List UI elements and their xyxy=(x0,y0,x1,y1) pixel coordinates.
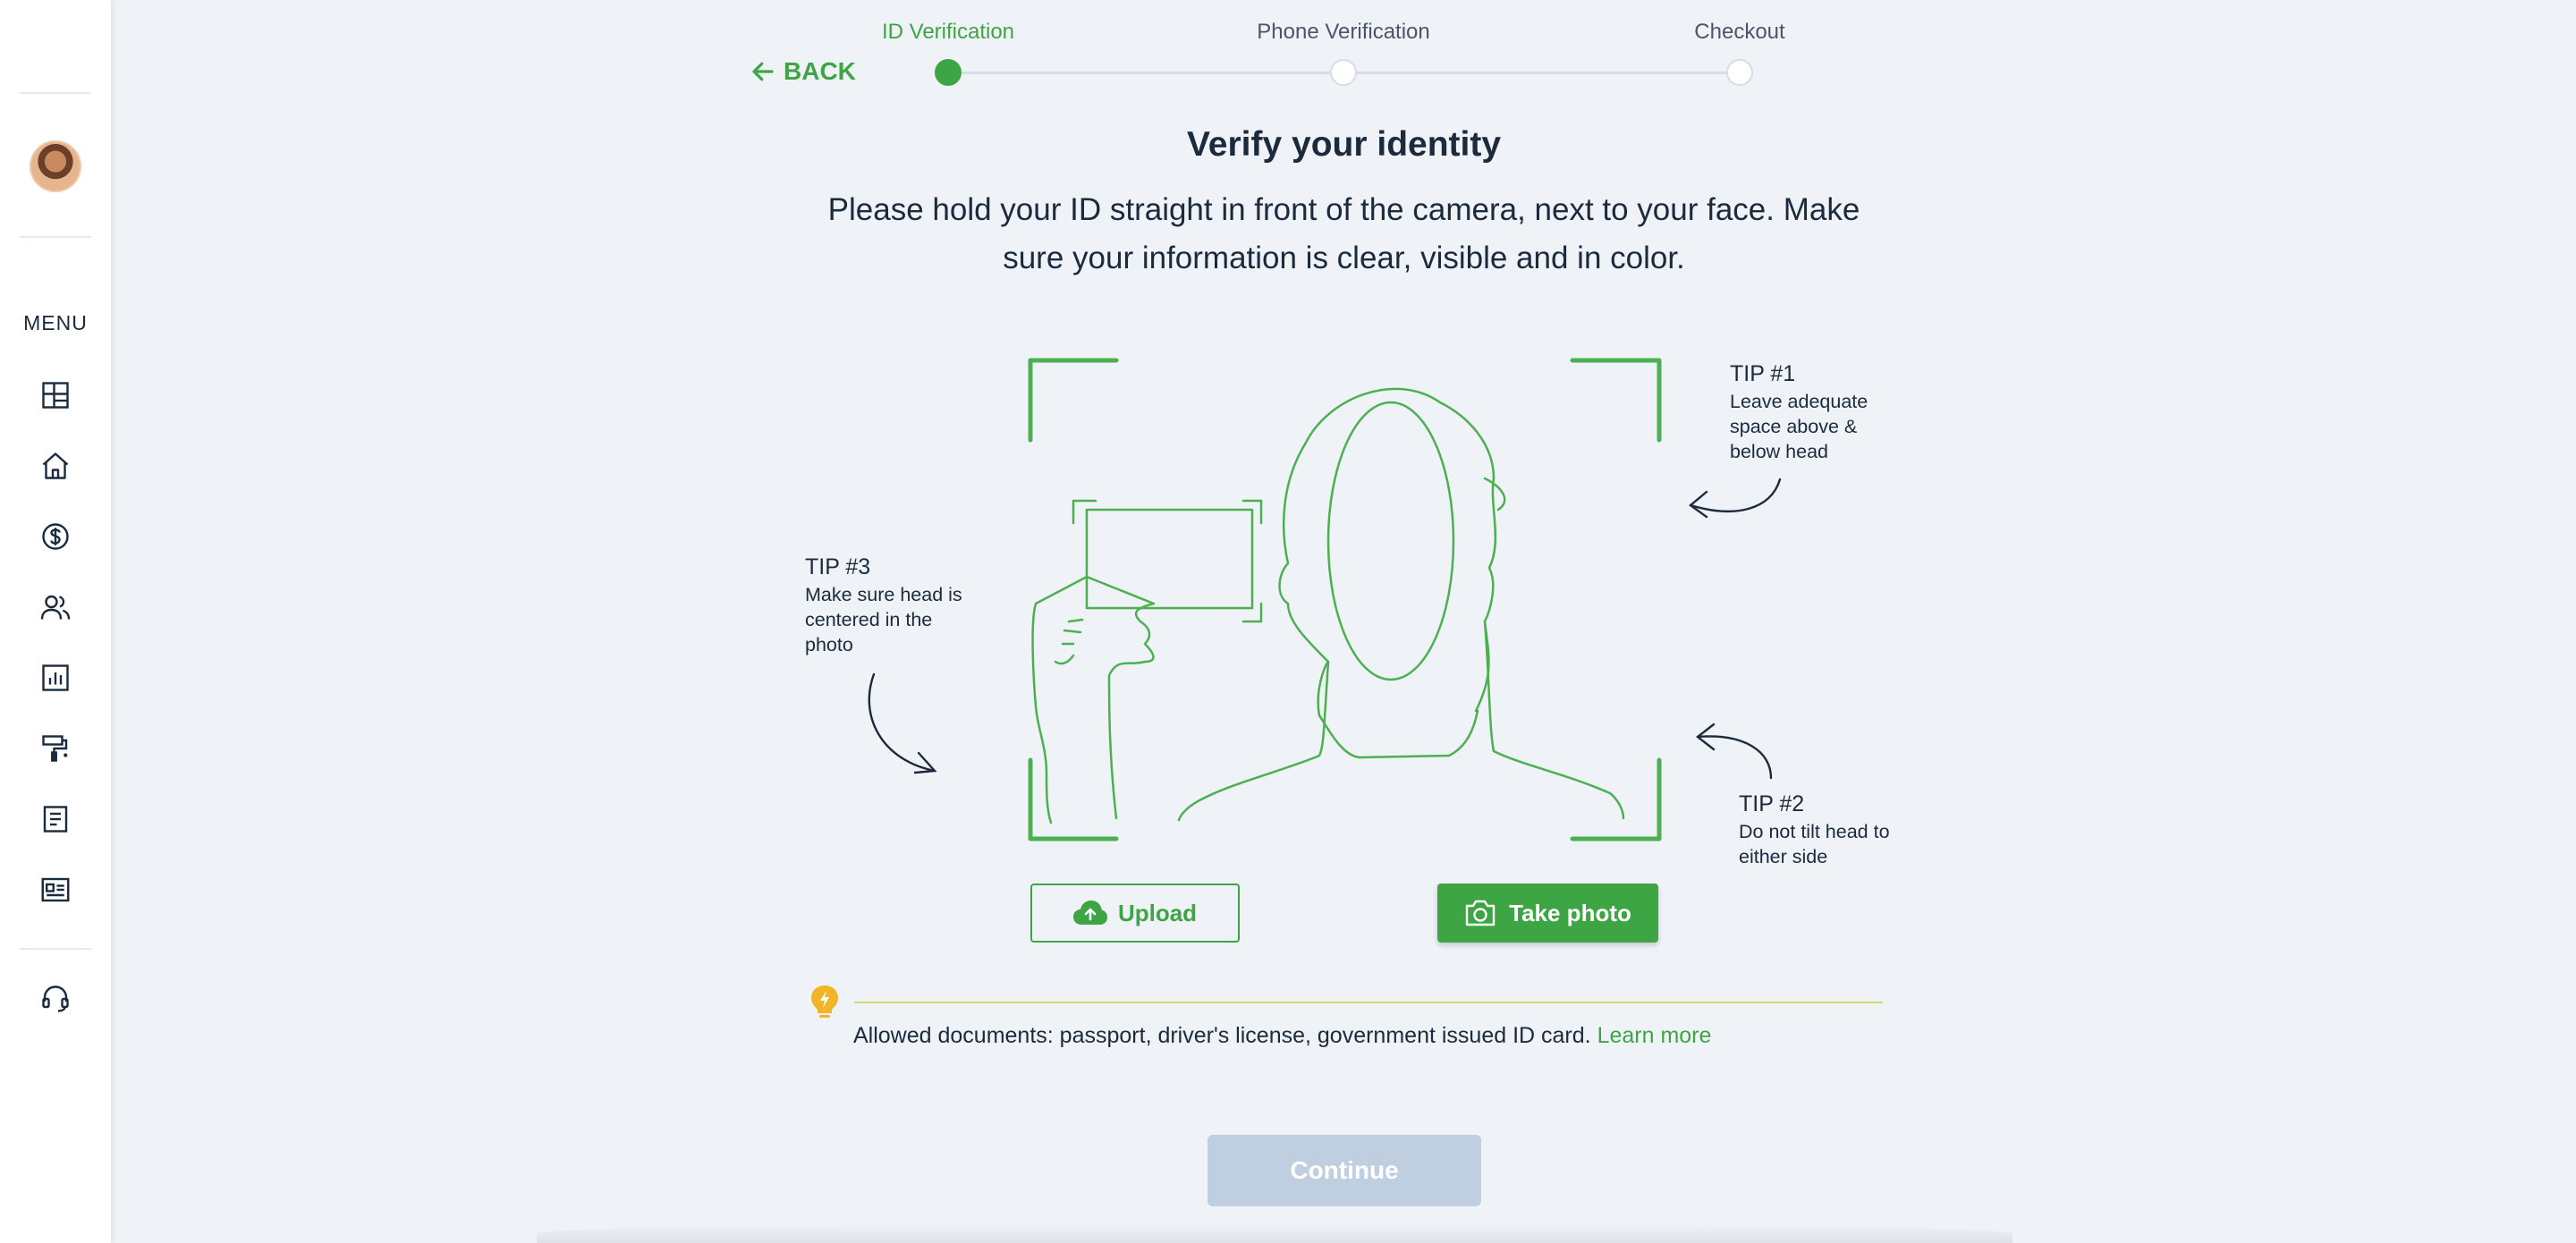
notice-divider xyxy=(854,1002,1883,1003)
tip-3-arrow-icon xyxy=(868,672,937,774)
hand-outline xyxy=(1031,575,1156,824)
upload-label: Upload xyxy=(1117,899,1198,926)
take-photo-label: Take photo xyxy=(1509,899,1631,926)
step-dot-checkout xyxy=(1726,59,1753,86)
page-title: Verify your identity xyxy=(1186,125,1502,164)
menu-label: MENU xyxy=(23,311,88,334)
headset-icon[interactable] xyxy=(39,983,72,1015)
take-photo-button[interactable]: Take photo xyxy=(1437,884,1658,943)
tip-2: TIP #2 Do not tilt head to either side xyxy=(1739,791,1900,869)
page-subtitle: Please hold your ID straight in front of… xyxy=(827,192,1860,275)
paint-roller-icon[interactable] xyxy=(39,732,72,765)
back-label: BACK xyxy=(784,57,856,85)
tip-1-title: TIP #1 xyxy=(1730,361,1796,386)
tip-2-title: TIP #2 xyxy=(1739,791,1805,816)
bottom-shadow xyxy=(537,1223,2012,1243)
tip-3: TIP #3 Make sure head is centered in the… xyxy=(805,554,984,657)
step-label-checkout: Checkout xyxy=(1694,20,1785,44)
cloud-upload-icon xyxy=(1072,901,1107,925)
step-label-id-verification: ID Verification xyxy=(881,20,1015,44)
learn-more-link[interactable]: Learn more xyxy=(1597,1023,1712,1048)
home-icon[interactable] xyxy=(39,450,72,482)
continue-button[interactable]: Continue xyxy=(1208,1135,1481,1206)
upload-button[interactable]: Upload xyxy=(1030,884,1240,943)
sidebar-divider xyxy=(20,236,91,238)
allowed-documents-notice: Allowed documents: passport, driver's li… xyxy=(853,1023,1711,1049)
step-label-phone-verification: Phone Verification xyxy=(1257,20,1430,44)
id-selfie-illustration xyxy=(1028,358,1662,841)
tip-3-title: TIP #3 xyxy=(805,554,871,579)
person-outline xyxy=(1177,387,1625,822)
step-dot-phone-verification xyxy=(1330,59,1357,86)
dashboard-icon[interactable] xyxy=(39,379,72,411)
arrow-left-icon xyxy=(752,62,774,81)
sidebar: MENU xyxy=(0,0,111,1243)
id-card-outline xyxy=(1072,499,1263,623)
back-button[interactable]: BACK xyxy=(750,57,856,86)
tip-1: TIP #1 Leave adequate space above & belo… xyxy=(1730,361,1891,464)
dollar-icon[interactable] xyxy=(39,520,72,553)
tip-2-arrow-icon xyxy=(1696,723,1773,780)
sidebar-divider xyxy=(20,948,91,950)
tip-1-body: Leave adequate space above & below head xyxy=(1730,391,1868,462)
camera-icon xyxy=(1465,900,1496,926)
users-icon[interactable] xyxy=(39,591,72,623)
allowed-documents-text: Allowed documents: passport, driver's li… xyxy=(853,1023,1591,1048)
tip-1-arrow-icon xyxy=(1689,478,1782,519)
sidebar-divider xyxy=(20,92,91,94)
tip-3-body: Make sure head is centered in the photo xyxy=(805,584,962,655)
tip-2-body: Do not tilt head to either side xyxy=(1739,821,1890,867)
lightbulb-icon xyxy=(811,985,838,1018)
avatar[interactable] xyxy=(30,140,81,192)
document-icon[interactable] xyxy=(39,803,72,835)
step-dot-id-verification xyxy=(935,59,962,86)
id-card-icon[interactable] xyxy=(39,874,72,906)
camera-frame xyxy=(1028,358,1662,841)
chart-icon[interactable] xyxy=(39,662,72,694)
